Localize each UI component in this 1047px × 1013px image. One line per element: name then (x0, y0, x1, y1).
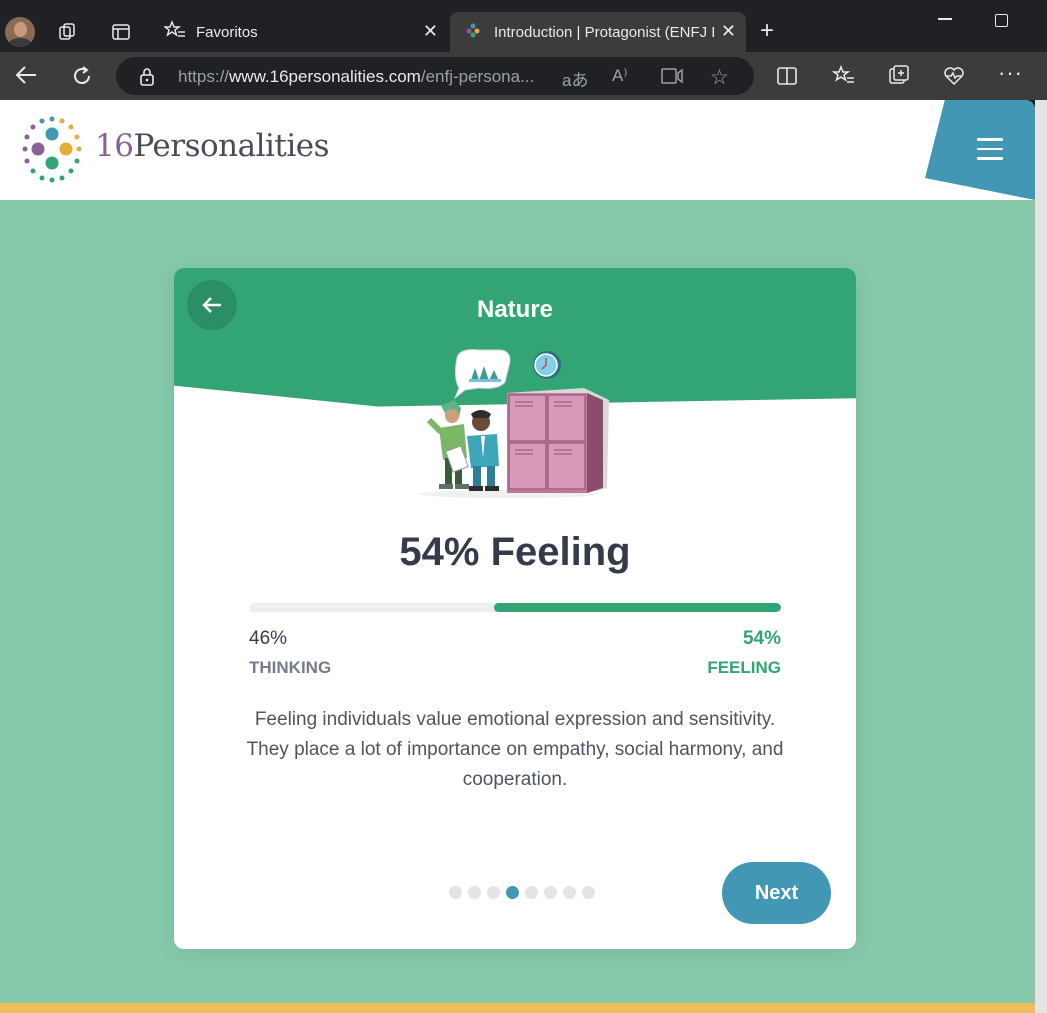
feeling-percent: 54% (742, 628, 781, 649)
pagination-dot[interactable] (525, 886, 538, 899)
translate-icon[interactable]: aあ (562, 66, 588, 91)
lock-icon[interactable] (138, 67, 156, 92)
trait-description: Feeling individuals value emotional expr… (246, 709, 784, 790)
pagination-dot[interactable] (563, 886, 576, 899)
new-tab-icon[interactable]: + (760, 17, 774, 45)
thinking-label: THINKING (249, 658, 332, 677)
result-card: Nature 54% Feeling 46% 54% THINKING FEEL… (174, 268, 856, 949)
back-arrow-icon[interactable] (14, 64, 38, 92)
trait-illustration (419, 349, 609, 498)
workspaces-icon[interactable] (58, 22, 78, 46)
browser-tab-bar: Favoritos ✕ Introduction | Protagonist (… (0, 0, 1047, 52)
tab-label: Favoritos (196, 23, 258, 41)
pagination-dot[interactable] (487, 886, 500, 899)
maximize-icon[interactable] (995, 14, 1008, 27)
read-aloud-icon[interactable]: A⁾ (612, 66, 628, 86)
close-tab-icon[interactable]: ✕ (423, 21, 438, 42)
pagination-dot[interactable] (544, 886, 557, 899)
pagination-dot[interactable] (468, 886, 481, 899)
trait-progress-fill (493, 603, 781, 612)
browser-toolbar: https://www.16personalities.com/enfj-per… (0, 52, 1047, 100)
site-favicon-icon (464, 21, 482, 43)
collections-icon[interactable] (887, 64, 911, 94)
pagination-dots (449, 886, 595, 900)
thinking-percent: 46% (249, 628, 288, 649)
feeling-label: FEELING (707, 658, 781, 677)
site-header: 16Personalities (0, 100, 1035, 200)
pagination-dot[interactable] (582, 886, 595, 899)
tab-favoritos[interactable]: Favoritos ✕ (152, 12, 448, 52)
tab-label: Introduction | Protagonist (ENFJ Pe (494, 23, 714, 41)
hamburger-menu-icon[interactable] (977, 138, 1003, 160)
profile-avatar[interactable] (5, 17, 35, 47)
favorites-icon[interactable] (831, 64, 856, 93)
vertical-tabs-icon[interactable] (111, 22, 131, 46)
browser-health-icon[interactable] (942, 64, 966, 94)
page-scrollbar[interactable] (1035, 100, 1047, 1013)
split-screen-icon[interactable] (776, 65, 798, 93)
next-button[interactable]: Next (722, 862, 831, 924)
web-page: 16Personalities Nature 54% Feeling 46% 5… (0, 100, 1035, 1013)
card-title: Nature (476, 296, 554, 323)
pagination-dot[interactable] (506, 886, 519, 899)
logo-wordmark[interactable]: 16Personalities (95, 128, 330, 164)
logo-mark-icon[interactable] (18, 116, 86, 184)
score-headline: 54% Feeling (399, 530, 631, 574)
url-field[interactable]: https://www.16personalities.com/enfj-per… (116, 57, 754, 95)
star-list-icon (162, 20, 186, 44)
more-menu-icon[interactable]: ··· (998, 60, 1023, 86)
close-tab-icon[interactable]: ✕ (721, 21, 736, 42)
pagination-dot[interactable] (449, 886, 462, 899)
trait-progress-bar (249, 603, 781, 612)
url-text: https://www.16personalities.com/enfj-per… (178, 67, 535, 86)
minimize-icon[interactable] (938, 18, 952, 20)
immersive-reader-icon[interactable] (660, 66, 684, 91)
refresh-icon[interactable] (70, 64, 94, 94)
favorite-star-icon[interactable]: ☆ (710, 65, 729, 90)
tab-active[interactable]: Introduction | Protagonist (ENFJ Pe ✕ (450, 12, 746, 52)
footer-strip (0, 1003, 1035, 1013)
